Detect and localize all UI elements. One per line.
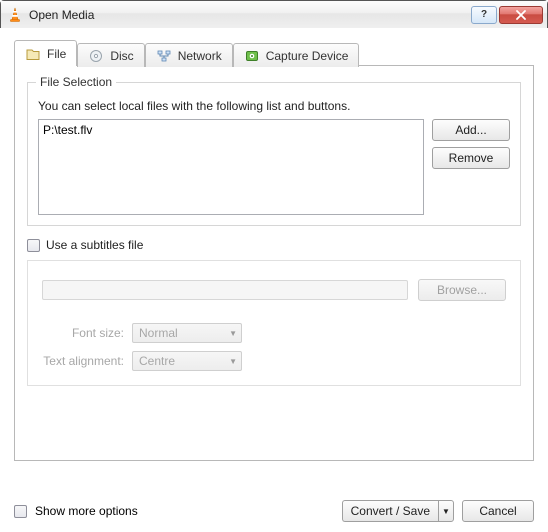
browse-subtitle-button: Browse...	[418, 279, 506, 301]
tab-network[interactable]: Network	[145, 43, 233, 67]
subtitle-path-field	[42, 280, 408, 300]
subtitles-group: Browse... Font size: Normal ▼ Text align…	[27, 260, 521, 386]
use-subtitles-label: Use a subtitles file	[46, 238, 143, 252]
file-selection-legend: File Selection	[36, 75, 116, 89]
cancel-button[interactable]: Cancel	[462, 500, 534, 522]
file-icon	[25, 46, 41, 62]
network-icon	[156, 48, 172, 64]
remove-button-label: Remove	[449, 151, 494, 165]
browse-subtitle-label: Browse...	[437, 283, 487, 297]
tab-file-label: File	[47, 47, 66, 61]
tabstrip: File Disc Network	[14, 40, 534, 66]
dialog-footer: Show more options Convert / Save ▼ Cance…	[14, 500, 534, 522]
remove-button[interactable]: Remove	[432, 147, 510, 169]
add-button-label: Add...	[455, 123, 486, 137]
convert-save-label: Convert / Save	[351, 504, 430, 518]
client-area: File Disc Network	[0, 28, 548, 532]
text-alignment-value: Centre	[139, 354, 175, 368]
file-list[interactable]: P:\test.flv	[38, 119, 424, 215]
show-more-label: Show more options	[35, 504, 138, 518]
font-size-combo: Normal ▼	[132, 323, 242, 343]
use-subtitles-row[interactable]: Use a subtitles file	[27, 238, 521, 252]
chevron-down-icon: ▼	[229, 329, 237, 338]
tab-capture-label: Capture Device	[266, 49, 349, 63]
convert-save-dropdown[interactable]: ▼	[438, 500, 454, 522]
help-button[interactable]: ?	[471, 6, 497, 24]
list-item[interactable]: P:\test.flv	[43, 122, 419, 138]
text-alignment-combo: Centre ▼	[132, 351, 242, 371]
show-more-checkbox[interactable]	[14, 505, 27, 518]
titlebar: Open Media ?	[1, 1, 547, 29]
window-title: Open Media	[29, 8, 94, 22]
font-size-value: Normal	[139, 326, 178, 340]
capture-device-icon	[244, 48, 260, 64]
close-button[interactable]	[499, 6, 543, 24]
tab-disc-label: Disc	[110, 49, 133, 63]
convert-save-splitbutton[interactable]: Convert / Save ▼	[342, 500, 454, 522]
tab-disc[interactable]: Disc	[77, 43, 144, 67]
tab-panel-file: File Selection You can select local file…	[14, 65, 534, 461]
text-alignment-label: Text alignment:	[42, 354, 132, 368]
disc-icon	[88, 48, 104, 64]
file-selection-group: File Selection You can select local file…	[27, 82, 521, 226]
use-subtitles-checkbox[interactable]	[27, 239, 40, 252]
vlc-cone-icon	[7, 7, 23, 23]
tab-capture[interactable]: Capture Device	[233, 43, 360, 67]
cancel-button-label: Cancel	[479, 504, 516, 518]
font-size-label: Font size:	[42, 326, 132, 340]
add-button[interactable]: Add...	[432, 119, 510, 141]
file-selection-hint: You can select local files with the foll…	[38, 99, 510, 113]
tab-file[interactable]: File	[14, 40, 77, 66]
tab-network-label: Network	[178, 49, 222, 63]
convert-save-button[interactable]: Convert / Save	[342, 500, 438, 522]
chevron-down-icon: ▼	[229, 357, 237, 366]
